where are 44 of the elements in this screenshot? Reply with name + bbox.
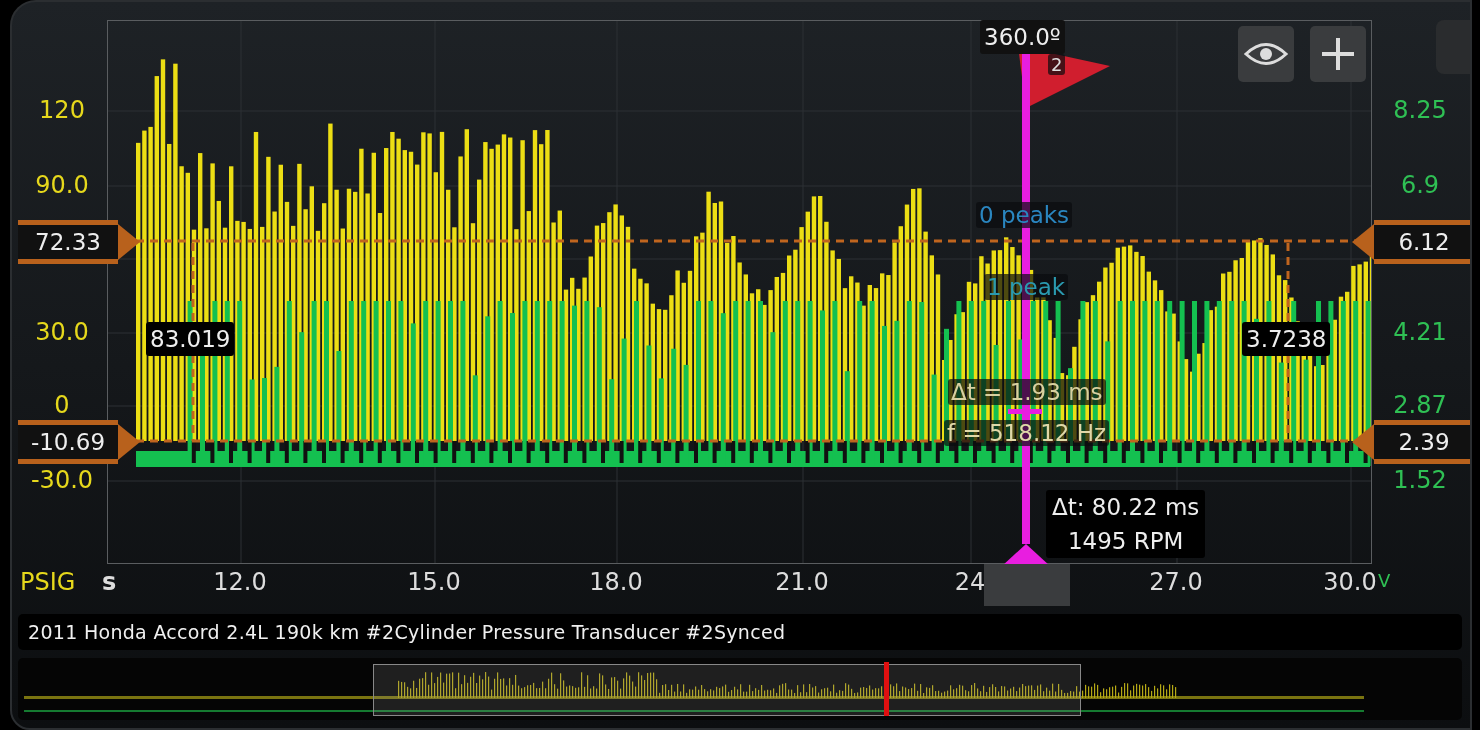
plus-icon xyxy=(1322,38,1354,70)
cursor-arrow-icon xyxy=(1352,424,1374,460)
position-marker[interactable] xyxy=(884,662,889,716)
axis-tick-label: 30.0 xyxy=(35,318,89,346)
flag-number: 2 xyxy=(1048,54,1066,75)
cursor-time-readout: Δt: 80.22 ms 1495 RPM xyxy=(1046,490,1206,558)
axis-tick-label: 0 xyxy=(54,391,70,419)
axis-tick-label: 24 xyxy=(954,568,986,596)
axis-tick-label: 30.0 xyxy=(1323,568,1377,596)
cursor-value[interactable]: -10.69 xyxy=(18,420,118,464)
axis-unit: V xyxy=(1378,569,1391,591)
add-button[interactable] xyxy=(1310,26,1366,82)
axis-tick-label: 15.0 xyxy=(407,568,461,596)
axis-tick-label: 8.25 xyxy=(1393,96,1447,124)
trigger-angle: 360.0º xyxy=(980,20,1065,54)
axis-tick-label: 120 xyxy=(39,96,85,124)
axis-tick-label: 12.0 xyxy=(213,568,267,596)
peak-count: 0 peaks xyxy=(976,202,1073,228)
axis-tick-label: 90.0 xyxy=(35,171,89,199)
cursor-value[interactable]: 72.33 xyxy=(18,220,118,264)
axis-tick-label: -30.0 xyxy=(30,466,94,494)
zoom-window[interactable] xyxy=(373,664,1081,716)
axis-tick-label: 1.52 xyxy=(1393,466,1447,494)
frequency: f = 518.12 Hz xyxy=(944,420,1110,446)
eye-icon xyxy=(1244,41,1288,67)
visibility-button[interactable] xyxy=(1238,26,1294,82)
axis-unit: PSIG xyxy=(20,568,76,596)
peak-count: 1 peak xyxy=(984,274,1069,300)
axis-tick-label: 18.0 xyxy=(589,568,643,596)
waveform-title: 2011 Honda Accord 2.4L 190k km #2Cylinder Pressure Transducer #2Synced xyxy=(28,621,786,643)
cursor-reading: 3.7238 xyxy=(1242,322,1331,356)
cursor-arrow-icon xyxy=(118,224,140,260)
axis-tick-label: 4.21 xyxy=(1393,318,1447,346)
cursor-arrow-icon xyxy=(118,424,140,460)
axis-tick-label: 2.87 xyxy=(1393,391,1447,419)
cursor-value[interactable]: 6.12 xyxy=(1374,220,1470,264)
cursor-value[interactable]: 2.39 xyxy=(1374,420,1470,464)
time-delta: Δt = 1.93 ms xyxy=(948,379,1106,405)
axis-tick-label: 21.0 xyxy=(775,568,829,596)
axis-unit: s xyxy=(102,568,117,596)
axis-tick-label: 27.0 xyxy=(1149,568,1203,596)
cursor-arrow-icon xyxy=(1352,224,1374,260)
cursor-reading: 83.019 xyxy=(146,322,235,356)
axis-tick-label: 6.9 xyxy=(1400,171,1440,199)
